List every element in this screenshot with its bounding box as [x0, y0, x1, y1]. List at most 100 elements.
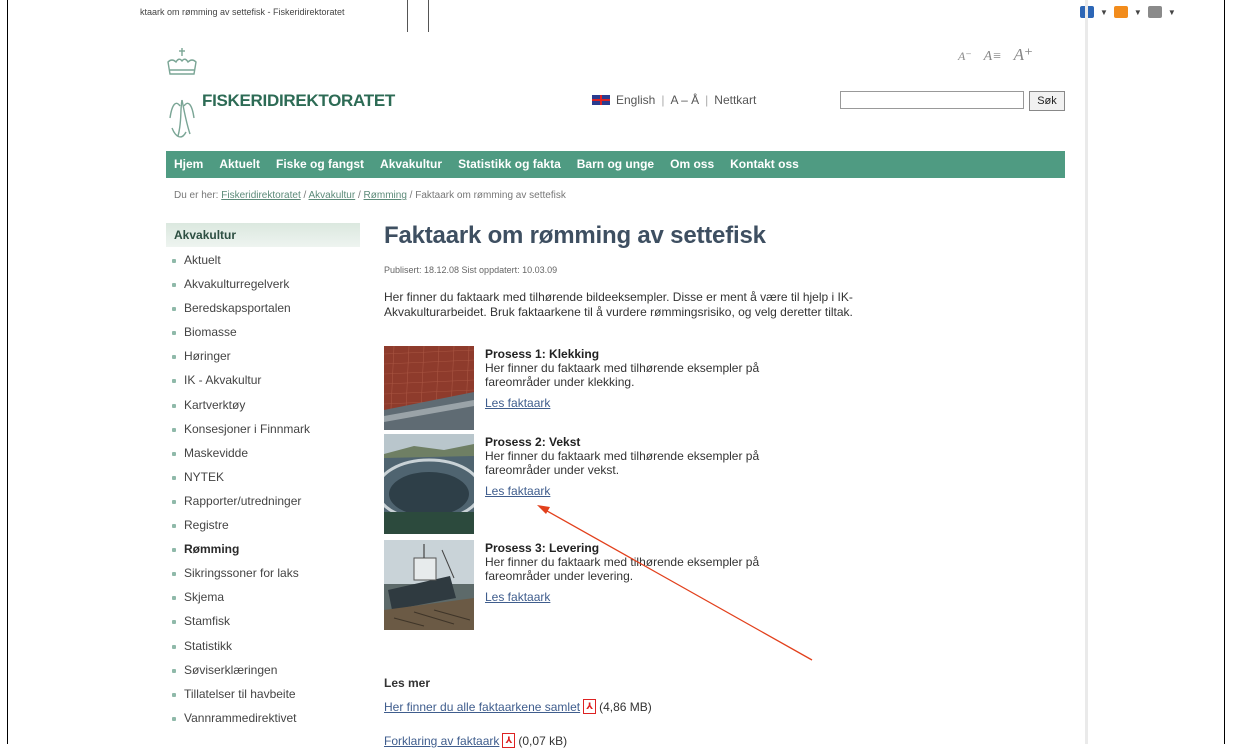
sidebar-item-label: Kartverktøy — [184, 397, 246, 412]
sidebar-item[interactable]: Søviserklæringen — [172, 663, 310, 687]
bullet-icon — [172, 644, 176, 649]
increase-font-button[interactable]: A⁺ — [1014, 45, 1033, 65]
bullet-icon — [172, 620, 176, 625]
sidebar-item-label: Maskevidde — [184, 445, 249, 460]
sidebar-item[interactable]: Sikringssoner for laks — [172, 566, 310, 590]
nav-item-om-oss[interactable]: Om oss — [662, 151, 722, 178]
english-link[interactable]: English — [616, 93, 655, 107]
les-faktaark-link[interactable]: Les faktaark — [485, 396, 550, 410]
sidebar-item-label: Tillatelser til havbeite — [184, 686, 296, 701]
print-icon[interactable] — [1147, 6, 1162, 18]
bullet-icon — [172, 403, 176, 408]
breadcrumb-current: Faktaark om rømming av settefisk — [415, 190, 566, 201]
process-text: Prosess 1: Klekking Her finner du faktaa… — [485, 347, 805, 412]
sidebar-item[interactable]: Maskevidde — [172, 446, 310, 470]
bullet-icon — [172, 451, 176, 456]
download-all-link[interactable]: Her finner du alle faktaarkene samlet — [384, 700, 580, 714]
sidebar-item-label: Søviserklæringen — [184, 662, 278, 677]
sidebar-item[interactable]: Registre — [172, 518, 310, 542]
sidebar-item[interactable]: NYTEK — [172, 470, 310, 494]
nav-item-kontakt-oss[interactable]: Kontakt oss — [722, 151, 807, 178]
les-faktaark-link[interactable]: Les faktaark — [485, 484, 550, 498]
dropdown-arrow-icon[interactable]: ▼ — [1168, 8, 1176, 17]
rss-icon[interactable] — [1113, 6, 1128, 18]
delivery-boat-photo[interactable] — [384, 540, 474, 630]
pdf-icon[interactable]: ⅄ — [583, 699, 597, 714]
sidebar-item-label: Registre — [184, 518, 229, 533]
site-logo-text[interactable]: FISKERIDIREKTORATET — [202, 91, 395, 111]
fish-farm-photo[interactable] — [384, 434, 474, 534]
a-z-link[interactable]: A – Å — [670, 93, 699, 107]
sidebar-item-label: Høringer — [184, 349, 231, 364]
bullet-icon — [172, 283, 176, 288]
page-shadow — [1085, 0, 1088, 744]
sidebar-heading[interactable]: Akvakultur — [166, 223, 360, 247]
process-description: Her finner du faktaark med tilhørende ek… — [485, 361, 760, 389]
web-page: FISKERIDIREKTORATET A⁻ A≡ A⁺ English | A… — [150, 0, 1085, 748]
sidebar-item-label: Aktuelt — [184, 253, 221, 267]
breadcrumb-link[interactable]: Rømming — [364, 190, 407, 201]
sidebar-item-label: Stamfisk — [184, 614, 231, 629]
dropdown-arrow-icon[interactable]: ▼ — [1134, 8, 1142, 17]
publish-meta: Publisert: 18.12.08 Sist oppdatert: 10.0… — [384, 265, 558, 275]
process-title: Prosess 2: Vekst — [485, 435, 581, 449]
decrease-font-button[interactable]: A⁻ — [958, 49, 972, 64]
sidebar-item[interactable]: Biomasse — [172, 325, 310, 349]
bullet-icon — [172, 692, 176, 697]
bullet-icon — [172, 259, 176, 263]
sidebar-item-label: Rapporter/utredninger — [184, 493, 302, 508]
sidebar-item[interactable]: Skjema — [172, 590, 310, 614]
nav-item-barn-og-unge[interactable]: Barn og unge — [569, 151, 662, 178]
sidebar-item[interactable]: Rapporter/utredninger — [172, 494, 310, 518]
bullet-icon — [172, 499, 176, 504]
dropdown-arrow-icon[interactable]: ▼ — [1100, 8, 1108, 17]
breadcrumb-link[interactable]: Fiskeridirektoratet — [221, 190, 300, 201]
sitemap-link[interactable]: Nettkart — [714, 93, 756, 107]
window-border-right — [1224, 0, 1225, 744]
pdf-icon[interactable]: ⅄ — [502, 733, 516, 748]
bullet-icon — [172, 307, 176, 312]
sidebar-item[interactable]: Konsesjoner i Finnmark — [172, 422, 310, 446]
sidebar-item[interactable]: IK - Akvakultur — [172, 373, 310, 397]
download-row: Forklaring av faktaark ⅄ (0,07 kB) — [384, 733, 567, 748]
file-size: (4,86 MB) — [599, 699, 652, 714]
bullet-icon — [172, 475, 176, 480]
sidebar-item-label: Akvakulturregelverk — [184, 277, 290, 292]
process-description: Her finner du faktaark med tilhørende ek… — [485, 449, 760, 477]
hatchery-photo[interactable] — [384, 346, 474, 430]
sidebar-item-label: Biomasse — [184, 325, 237, 340]
sidebar-item[interactable]: Akvakulturregelverk — [172, 277, 310, 301]
process-title: Prosess 3: Levering — [485, 541, 600, 555]
sidebar-item[interactable]: Rømming — [172, 542, 310, 566]
sidebar-item[interactable]: Aktuelt — [172, 253, 310, 277]
nav-item-statistikk-og-fakta[interactable]: Statistikk og fakta — [450, 151, 569, 178]
intro-text: Her finner du faktaark med tilhørende bi… — [384, 290, 853, 319]
file-size: (0,07 kB) — [518, 733, 568, 748]
page-title: Faktaark om rømming av settefisk — [384, 222, 766, 249]
breadcrumb: Du er her: Fiskeridirektoratet / Akvakul… — [174, 190, 566, 201]
bullet-icon — [172, 355, 176, 360]
sidebar-item[interactable]: Tillatelser til havbeite — [172, 687, 310, 711]
crown-logo-icon[interactable] — [164, 48, 200, 144]
search-button[interactable]: Søk — [1029, 91, 1065, 111]
sidebar-item[interactable]: Høringer — [172, 349, 310, 373]
sidebar-item[interactable]: Kartverktøy — [172, 398, 310, 422]
sidebar-item[interactable]: Beredskapsportalen — [172, 301, 310, 325]
reset-font-button[interactable]: A≡ — [984, 49, 1002, 65]
nav-item-aktuelt[interactable]: Aktuelt — [211, 151, 268, 178]
breadcrumb-link[interactable]: Akvakultur — [309, 190, 356, 201]
sidebar-item[interactable]: Statistikk — [172, 639, 310, 663]
sidebar-item-label: Vannrammedirektivet — [184, 710, 297, 725]
search-input[interactable] — [840, 91, 1024, 109]
les-faktaark-link[interactable]: Les faktaark — [485, 590, 550, 604]
download-row: Her finner du alle faktaarkene samlet ⅄ … — [384, 699, 652, 714]
download-link[interactable]: Forklaring av faktaark — [384, 734, 499, 748]
sidebar-item-label: NYTEK — [184, 469, 225, 484]
bullet-icon — [172, 379, 176, 384]
nav-item-akvakultur[interactable]: Akvakultur — [372, 151, 450, 178]
sidebar-item[interactable]: Stamfisk — [172, 614, 310, 638]
nav-item-fiske-og-fangst[interactable]: Fiske og fangst — [268, 151, 372, 178]
sidebar-item[interactable]: Vannrammedirektivet — [172, 711, 310, 735]
nav-item-hjem[interactable]: Hjem — [166, 151, 211, 178]
process-description: Her finner du faktaark med tilhørende ek… — [485, 555, 760, 583]
